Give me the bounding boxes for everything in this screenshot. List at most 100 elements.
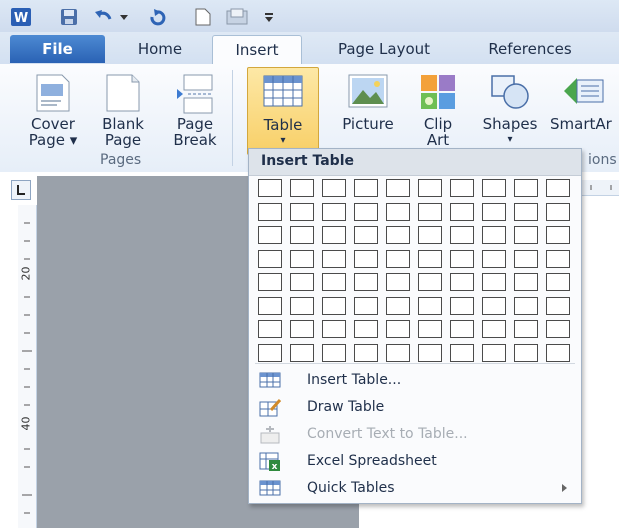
table-grid-cell[interactable] [386,249,410,268]
table-grid-cell[interactable] [482,179,506,197]
save-icon[interactable] [58,6,80,28]
table-grid-cell[interactable] [514,296,538,315]
tab-selector-icon[interactable] [11,180,31,200]
table-grid-cell[interactable] [482,273,506,291]
table-grid-cell[interactable] [354,249,378,268]
table-grid-cell[interactable] [322,226,346,244]
table-grid-cell[interactable] [322,249,346,268]
table-grid-cell[interactable] [386,343,410,362]
table-grid-cell[interactable] [482,343,506,362]
table-grid-cell[interactable] [290,249,314,268]
table-grid-cell[interactable] [418,179,442,197]
menu-item-draw-table[interactable]: Draw Table [249,395,581,421]
menu-item-quick-tables[interactable]: Quick Tables [249,476,581,502]
table-grid-cell[interactable] [514,249,538,268]
tab-page-layout[interactable]: Page Layout [316,35,452,63]
table-grid-cell[interactable] [258,273,282,291]
table-grid-cell[interactable] [482,320,506,338]
picture-button[interactable]: Picture [334,64,402,152]
customize-toolbar-icon[interactable] [262,6,276,28]
table-grid-cell[interactable] [514,320,538,338]
table-grid-cell[interactable] [418,296,442,315]
cover-page-button[interactable]: Cover Page ▾ [18,64,88,152]
table-button[interactable]: Table ▾ [247,67,319,155]
table-grid-cell[interactable] [450,179,474,197]
blank-page-button[interactable]: Blank Page [88,64,158,152]
new-document-icon[interactable] [192,6,214,28]
menu-item-insert-table[interactable]: Insert Table... [249,368,581,394]
table-grid-cell[interactable] [386,179,410,197]
print-preview-icon[interactable] [224,6,250,28]
tab-file[interactable]: File [10,35,105,63]
table-grid-cell[interactable] [418,249,442,268]
table-grid-cell[interactable] [322,320,346,338]
table-grid-cell[interactable] [482,226,506,244]
table-grid-cell[interactable] [386,320,410,338]
table-grid-cell[interactable] [354,343,378,362]
table-grid-cell[interactable] [290,320,314,338]
table-grid-cell[interactable] [354,296,378,315]
table-grid-cell[interactable] [450,273,474,291]
tab-insert[interactable]: Insert [212,35,302,66]
table-grid-cell[interactable] [354,179,378,197]
table-grid-cell[interactable] [514,179,538,197]
table-grid-cell[interactable] [354,202,378,221]
undo-dropdown-icon[interactable] [118,6,130,28]
table-grid-cell[interactable] [290,296,314,315]
table-grid-cell[interactable] [418,273,442,291]
undo-icon[interactable] [92,6,116,28]
table-grid-cell[interactable] [418,320,442,338]
table-grid-cell[interactable] [290,343,314,362]
table-grid-cell[interactable] [482,249,506,268]
table-grid-cell[interactable] [482,202,506,221]
table-grid-cell[interactable] [546,273,570,291]
table-grid-cell[interactable] [290,202,314,221]
menu-item-excel-spreadsheet[interactable]: x Excel Spreadsheet [249,449,581,475]
vertical-ruler[interactable]: 20 40 [18,205,37,528]
table-grid-cell[interactable] [322,296,346,315]
table-grid-cell[interactable] [258,343,282,362]
table-grid-cell[interactable] [514,226,538,244]
table-grid-cell[interactable] [322,179,346,197]
table-grid-cell[interactable] [258,202,282,221]
table-grid-cell[interactable] [258,179,282,197]
table-grid-cell[interactable] [450,343,474,362]
table-grid-cell[interactable] [354,320,378,338]
table-grid-cell[interactable] [386,202,410,221]
tab-home[interactable]: Home [118,35,202,63]
table-grid-cell[interactable] [546,343,570,362]
table-grid-cell[interactable] [450,296,474,315]
table-grid-cell[interactable] [290,179,314,197]
table-grid-cell[interactable] [354,273,378,291]
table-grid-cell[interactable] [514,343,538,362]
table-grid-cell[interactable] [418,226,442,244]
table-grid-cell[interactable] [258,320,282,338]
table-grid-cell[interactable] [514,273,538,291]
table-grid-cell[interactable] [546,249,570,268]
table-grid-cell[interactable] [386,296,410,315]
table-grid-cell[interactable] [258,249,282,268]
table-grid-cell[interactable] [482,296,506,315]
table-grid-cell[interactable] [386,226,410,244]
table-grid-cell[interactable] [450,202,474,221]
table-grid-cell[interactable] [322,273,346,291]
clip-art-button[interactable]: Clip Art [404,64,472,152]
table-grid-cell[interactable] [546,179,570,197]
table-grid-cell[interactable] [386,273,410,291]
table-grid-cell[interactable] [258,296,282,315]
redo-icon[interactable] [146,6,168,28]
table-grid-cell[interactable] [258,226,282,244]
table-grid-cell[interactable] [322,343,346,362]
page-break-button[interactable]: Page Break [160,64,230,152]
table-grid-cell[interactable] [450,249,474,268]
smartart-button[interactable]: SmartAr [548,64,619,152]
table-grid-cell[interactable] [290,273,314,291]
table-grid-cell[interactable] [450,320,474,338]
table-grid-cell[interactable] [418,202,442,221]
table-grid-cell[interactable] [546,320,570,338]
table-grid-cell[interactable] [546,202,570,221]
table-grid-cell[interactable] [546,296,570,315]
table-grid-cell[interactable] [322,202,346,221]
table-grid-cell[interactable] [546,226,570,244]
table-grid-cell[interactable] [290,226,314,244]
